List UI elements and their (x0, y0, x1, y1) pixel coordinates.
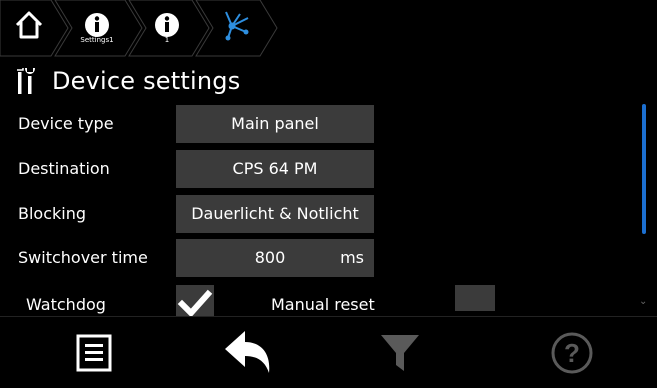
setting-row-watchdog: Watchdog Manual reset (0, 285, 640, 316)
manual-reset-checkbox[interactable] (455, 285, 495, 311)
blocking-field[interactable]: Dauerlicht & Notlicht (176, 195, 374, 233)
setting-row-destination: Destination CPS 64 PM (0, 149, 640, 189)
menu-button[interactable] (64, 327, 124, 379)
scrollbar[interactable] (642, 104, 646, 234)
scroll-down-indicator: ⌄ (639, 296, 648, 307)
network-icon[interactable] (218, 8, 254, 48)
tools-icon (17, 68, 35, 94)
help-glyph: ? (564, 338, 580, 368)
info-icon (155, 13, 179, 37)
info-icon (85, 13, 109, 37)
setting-row-device-type: Device type Main panel (0, 104, 640, 144)
setting-label: Switchover time (18, 248, 148, 267)
filter-button[interactable] (370, 327, 430, 379)
switchover-time-field[interactable]: 800 ms (176, 239, 374, 277)
help-icon: ? (551, 332, 593, 374)
setting-label: Device type (18, 114, 114, 133)
breadcrumb: Settings1 1 (0, 0, 657, 57)
setting-row-switchover-time: Switchover time 800 ms (0, 238, 640, 278)
bottom-toolbar: ? (0, 316, 657, 388)
setting-label: Destination (18, 159, 110, 178)
device-type-field[interactable]: Main panel (176, 105, 374, 143)
setting-label: Watchdog (26, 295, 106, 314)
settings-list: Device type Main panel Destination CPS 6… (0, 104, 640, 316)
setting-label: Blocking (18, 204, 87, 223)
page-title-text: Device settings (52, 67, 241, 95)
destination-field[interactable]: CPS 64 PM (176, 150, 374, 188)
back-button[interactable] (218, 327, 278, 379)
setting-label: Manual reset (271, 295, 375, 314)
setting-row-blocking: Blocking Dauerlicht & Notlicht (0, 194, 640, 234)
filter-icon (381, 335, 419, 371)
breadcrumb-label: Settings1 (80, 36, 114, 44)
breadcrumb-arrows (0, 0, 278, 57)
checkmark-icon (177, 289, 213, 316)
back-icon (225, 331, 270, 373)
help-button[interactable]: ? (542, 327, 602, 379)
page-title: Device settings (16, 63, 240, 99)
switchover-time-unit: ms (340, 248, 364, 267)
home-icon[interactable] (14, 10, 44, 44)
menu-icon (76, 334, 112, 372)
breadcrumb-label: 1 (164, 36, 170, 44)
watchdog-checkbox[interactable] (176, 285, 214, 316)
